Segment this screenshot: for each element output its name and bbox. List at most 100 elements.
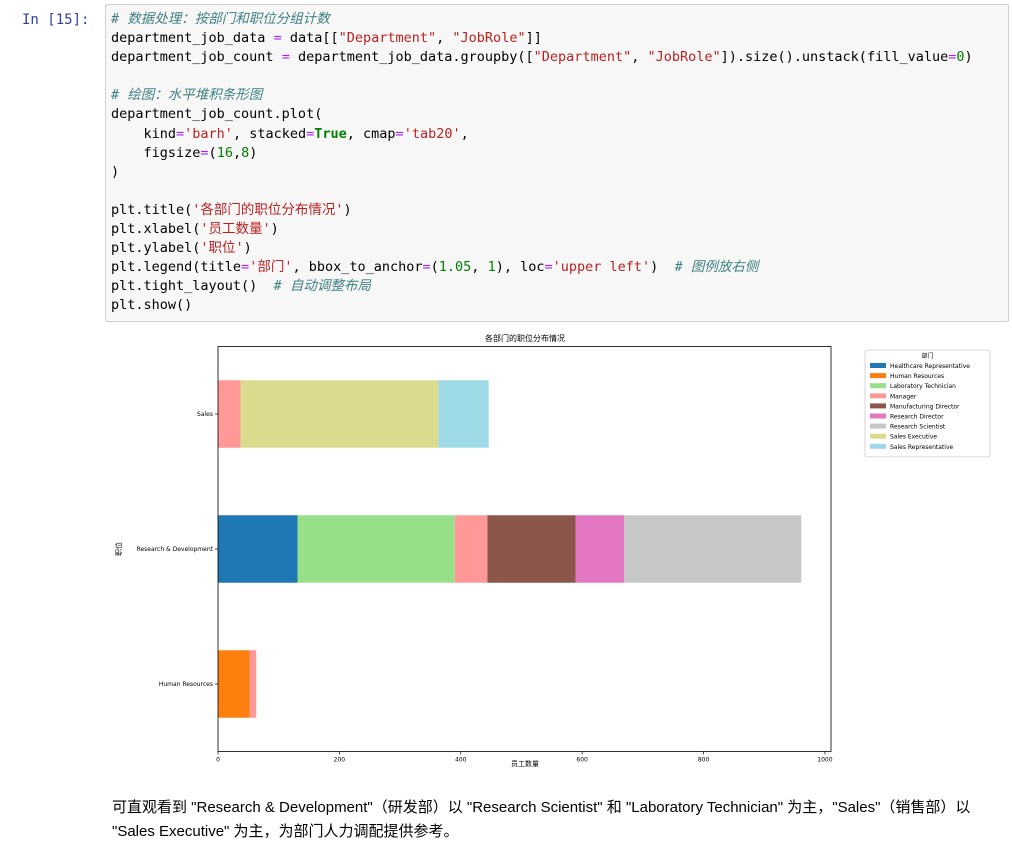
legend-label: Research Scientist <box>890 424 946 431</box>
code-token: ]).size().unstack(fill_value <box>720 49 949 66</box>
legend-swatch <box>870 363 886 368</box>
bar-segment <box>297 515 455 583</box>
code-token: ) <box>270 221 279 238</box>
code-token: = <box>281 49 290 66</box>
bar-segment <box>487 515 576 583</box>
code-line: plt.legend(title='部门', bbox_to_anchor=(1… <box>111 258 973 277</box>
code-token: plt.show() <box>111 297 193 314</box>
x-tick-label: 1000 <box>817 757 832 764</box>
code-line: plt.tight_layout() # 自动调整布局 <box>111 277 973 296</box>
code-token: ) <box>243 240 252 257</box>
code-token: , bbox_to_anchor <box>292 259 423 276</box>
x-tick-label: 600 <box>576 757 588 764</box>
chart-title: 各部门的职位分布情况 <box>485 333 565 343</box>
code-token: plt.legend(title <box>111 259 242 276</box>
code-token: , <box>471 259 488 276</box>
code-cell[interactable]: # 数据处理：按部门和职位分组计数 department_job_data = d… <box>105 4 1009 322</box>
code-token: ) <box>249 144 258 161</box>
code-line: plt.title('各部门的职位分布情况') <box>111 201 973 220</box>
code-token: 1 <box>487 259 496 276</box>
code-token: = <box>176 125 185 142</box>
code-token: # 自动调整布局 <box>273 278 371 295</box>
chart-legend: 部门 Healthcare Representative Human Resourc… <box>864 349 991 458</box>
x-tick-label: 400 <box>455 757 467 764</box>
code-token: , <box>460 125 469 142</box>
code-token: '员工数量' <box>200 221 271 238</box>
code-token: , <box>436 30 453 47</box>
code-line: ​ <box>111 182 973 201</box>
code-token: kind <box>111 125 177 142</box>
code-token: plt.ylabel( <box>111 240 201 257</box>
legend-label: Manager <box>890 393 917 400</box>
code-token: department_job_data <box>111 30 274 47</box>
code-token: True <box>314 125 347 142</box>
bar-segment <box>249 650 257 718</box>
code-token: data[[ <box>281 30 339 47</box>
code-line: ​ <box>111 67 973 86</box>
code-token: department_job_count <box>111 49 282 66</box>
code-line: kind='barh', stacked=True, cmap='tab20', <box>111 125 973 144</box>
code-editor[interactable]: # 数据处理：按部门和职位分组计数 department_job_data = d… <box>111 10 973 316</box>
code-token: ( <box>208 144 217 161</box>
chart-output: 各部门的职位分布情况 0 200 400 600 800 1000 Human Resou… <box>105 328 1005 773</box>
code-token: # 绘图：水平堆积条形图 <box>111 87 263 104</box>
legend-swatch <box>870 373 886 379</box>
code-line: department_job_count = department_job_da… <box>111 48 973 67</box>
code-token: "Department" <box>338 30 437 47</box>
bar-segment <box>218 650 250 718</box>
bar-segment <box>218 515 298 583</box>
code-token: , <box>631 49 648 66</box>
x-tick-label: 200 <box>334 757 346 764</box>
code-token: 'tab20' <box>403 125 461 142</box>
y-tick-label: Research & Development <box>137 546 214 553</box>
code-token: plt.tight_layout() <box>111 278 274 295</box>
code-token: = <box>395 125 404 142</box>
legend-swatch <box>870 443 886 449</box>
legend-label: Healthcare Representative <box>890 363 970 370</box>
code-token: "JobRole" <box>452 30 526 47</box>
legend-label: Sales Representative <box>890 444 954 451</box>
code-line: figsize=(16,8) <box>111 144 973 163</box>
y-tick-label: Sales <box>197 411 213 418</box>
legend-swatch <box>870 393 886 399</box>
bar-segment <box>240 380 439 448</box>
code-line: plt.ylabel('职位') <box>111 239 973 258</box>
code-token: department_job_data.groupby([ <box>289 49 534 66</box>
markdown-output: 可直观看到 "Research & Development"（研发部）以 "Re… <box>112 799 971 840</box>
code-token: ( <box>430 259 439 276</box>
code-token: , <box>232 144 242 161</box>
code-token: ), loc <box>495 259 545 276</box>
bar-segment <box>575 515 625 583</box>
code-token: '各部门的职位分布情况' <box>192 201 344 218</box>
legend-swatch <box>870 433 886 439</box>
code-line: department_job_count.plot( <box>111 105 973 124</box>
legend-label: Manufacturing Director <box>890 403 960 410</box>
legend-swatch <box>870 423 886 429</box>
code-token: ) <box>650 259 675 276</box>
bar-segment <box>624 515 802 583</box>
code-line: # 绘图：水平堆积条形图 <box>111 86 973 105</box>
code-token: 16 <box>216 144 233 161</box>
legend-title: 部门 <box>921 352 933 360</box>
code-token: ) <box>964 49 973 66</box>
code-token: figsize <box>111 144 201 161</box>
x-axis-label: 员工数量 <box>511 759 539 768</box>
code-line: plt.show() <box>111 296 973 315</box>
code-token: '部门' <box>249 259 293 276</box>
legend-label: Research Director <box>890 414 944 421</box>
bar-segment <box>438 380 489 448</box>
legend-swatch <box>870 383 886 389</box>
code-line: department_job_data = data[["Department"… <box>111 29 973 48</box>
x-tick-label: 800 <box>698 757 710 764</box>
cell-prompt: In [15]: <box>22 12 90 28</box>
legend-swatch <box>870 413 886 419</box>
code-token: '职位' <box>200 240 244 257</box>
code-line: ) <box>111 163 973 182</box>
code-token: "JobRole" <box>647 49 721 66</box>
code-token: 'barh' <box>184 125 233 142</box>
code-token: 1.05 <box>438 259 472 276</box>
code-token: = <box>544 259 553 276</box>
code-token: # 数据处理：按部门和职位分组计数 <box>111 11 330 27</box>
x-tick-label: 0 <box>216 757 220 764</box>
code-token: ]] <box>525 30 542 47</box>
